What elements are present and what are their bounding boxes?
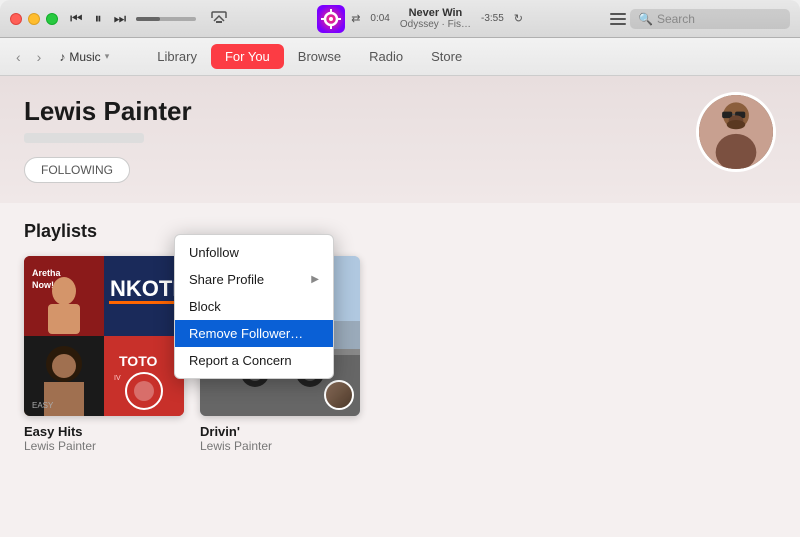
airplay-button[interactable]	[210, 8, 228, 29]
library-chevron-icon: ▾	[105, 51, 110, 62]
context-item-share-profile[interactable]: Share Profile ▶	[175, 266, 333, 293]
volume-slider[interactable]	[136, 17, 196, 21]
rewind-button[interactable]: ⏮	[68, 8, 85, 29]
report-concern-label: Report a Concern	[189, 353, 292, 368]
fast-forward-button[interactable]: ⏭	[112, 8, 129, 29]
easy-hits-artwork: Aretha Now! NKOTB	[24, 256, 184, 416]
elapsed-time: 0:04	[370, 13, 389, 24]
playlists-section: Playlists Aretha Now!	[0, 203, 800, 471]
context-item-unfollow[interactable]: Unfollow	[175, 239, 333, 266]
share-profile-arrow-icon: ▶	[311, 274, 319, 285]
tab-foryou[interactable]: For You	[211, 44, 284, 69]
search-input[interactable]	[657, 12, 782, 26]
search-icon: 🔍	[638, 12, 653, 26]
nav-tabs: Library For You Browse Radio Store	[143, 44, 476, 69]
drivin-artist: Lewis Painter	[200, 439, 360, 453]
svg-text:Aretha: Aretha	[32, 268, 62, 278]
maximize-button[interactable]	[46, 13, 58, 25]
library-button[interactable]: ♪ Music ▾	[53, 48, 115, 66]
playlists-title: Playlists	[24, 221, 776, 242]
profile-header: Lewis Painter FOLLOWING	[0, 76, 800, 203]
avatar-image	[699, 95, 773, 169]
search-bar[interactable]: 🔍	[630, 9, 790, 29]
context-item-report-concern[interactable]: Report a Concern	[175, 347, 333, 374]
playlist-item-easy-hits[interactable]: Aretha Now! NKOTB	[24, 256, 184, 453]
np-shuffle-icon[interactable]: ⇄	[351, 12, 360, 25]
play-pause-button[interactable]: ⏸	[93, 8, 104, 29]
context-item-remove-follower[interactable]: Remove Follower…	[175, 320, 333, 347]
remaining-time: -3:55	[481, 13, 504, 24]
track-info: Never Win Odyssey · Fis…	[400, 7, 471, 30]
track-title: Never Win	[409, 7, 463, 19]
titlebar: ⏮ ⏸ ⏭	[0, 0, 800, 38]
close-button[interactable]	[10, 13, 22, 25]
app-icon	[317, 5, 345, 33]
artwork-cell-2: NKOTB	[104, 256, 184, 336]
tab-browse[interactable]: Browse	[284, 44, 355, 69]
now-playing: ⇄ 0:04 Never Win Odyssey · Fis… -3:55 ↻	[234, 5, 606, 33]
drivin-title: Drivin'	[200, 424, 360, 439]
context-menu: Unfollow Share Profile ▶ Block Remove Fo…	[174, 234, 334, 379]
share-profile-label: Share Profile	[189, 272, 264, 287]
playlist-grid: Aretha Now! NKOTB	[24, 256, 776, 453]
library-label: Music	[69, 50, 100, 64]
back-button[interactable]: ‹	[12, 47, 25, 67]
svg-text:TOTO: TOTO	[119, 353, 157, 369]
context-item-block[interactable]: Block	[175, 293, 333, 320]
block-label: Block	[189, 299, 221, 314]
toolbar: ‹ › ♪ Music ▾ Library For You Browse Rad…	[0, 38, 800, 76]
easy-hits-title: Easy Hits	[24, 424, 184, 439]
tab-library[interactable]: Library	[143, 44, 211, 69]
following-button[interactable]: FOLLOWING	[24, 157, 130, 183]
list-icon[interactable]	[606, 9, 630, 29]
svg-text:Now!: Now!	[32, 280, 54, 290]
avatar	[696, 92, 776, 172]
tab-store[interactable]: Store	[417, 44, 476, 69]
easy-hits-artist: Lewis Painter	[24, 439, 184, 453]
main-content: Lewis Painter FOLLOWING	[0, 76, 800, 537]
music-note-icon: ♪	[59, 50, 65, 64]
artwork-cell-3: EASY	[24, 336, 104, 416]
unfollow-label: Unfollow	[189, 245, 239, 260]
drivin-playlist-avatar	[324, 380, 354, 410]
traffic-lights	[10, 13, 58, 25]
tab-radio[interactable]: Radio	[355, 44, 417, 69]
profile-handle	[24, 133, 144, 143]
svg-text:IV: IV	[114, 375, 121, 382]
profile-name: Lewis Painter	[24, 96, 776, 127]
track-subtitle: Odyssey · Fis…	[400, 19, 471, 30]
forward-button[interactable]: ›	[33, 47, 46, 67]
svg-text:NKOTB: NKOTB	[110, 276, 184, 301]
artwork-cell-4: TOTO IV	[104, 336, 184, 416]
np-repeat-icon[interactable]: ↻	[514, 12, 523, 25]
artwork-cell-1: Aretha Now!	[24, 256, 104, 336]
svg-text:EASY: EASY	[32, 401, 54, 410]
remove-follower-label: Remove Follower…	[189, 326, 303, 341]
transport-controls: ⏮ ⏸ ⏭	[68, 8, 128, 29]
now-playing-info: 0:04	[366, 13, 393, 24]
minimize-button[interactable]	[28, 13, 40, 25]
